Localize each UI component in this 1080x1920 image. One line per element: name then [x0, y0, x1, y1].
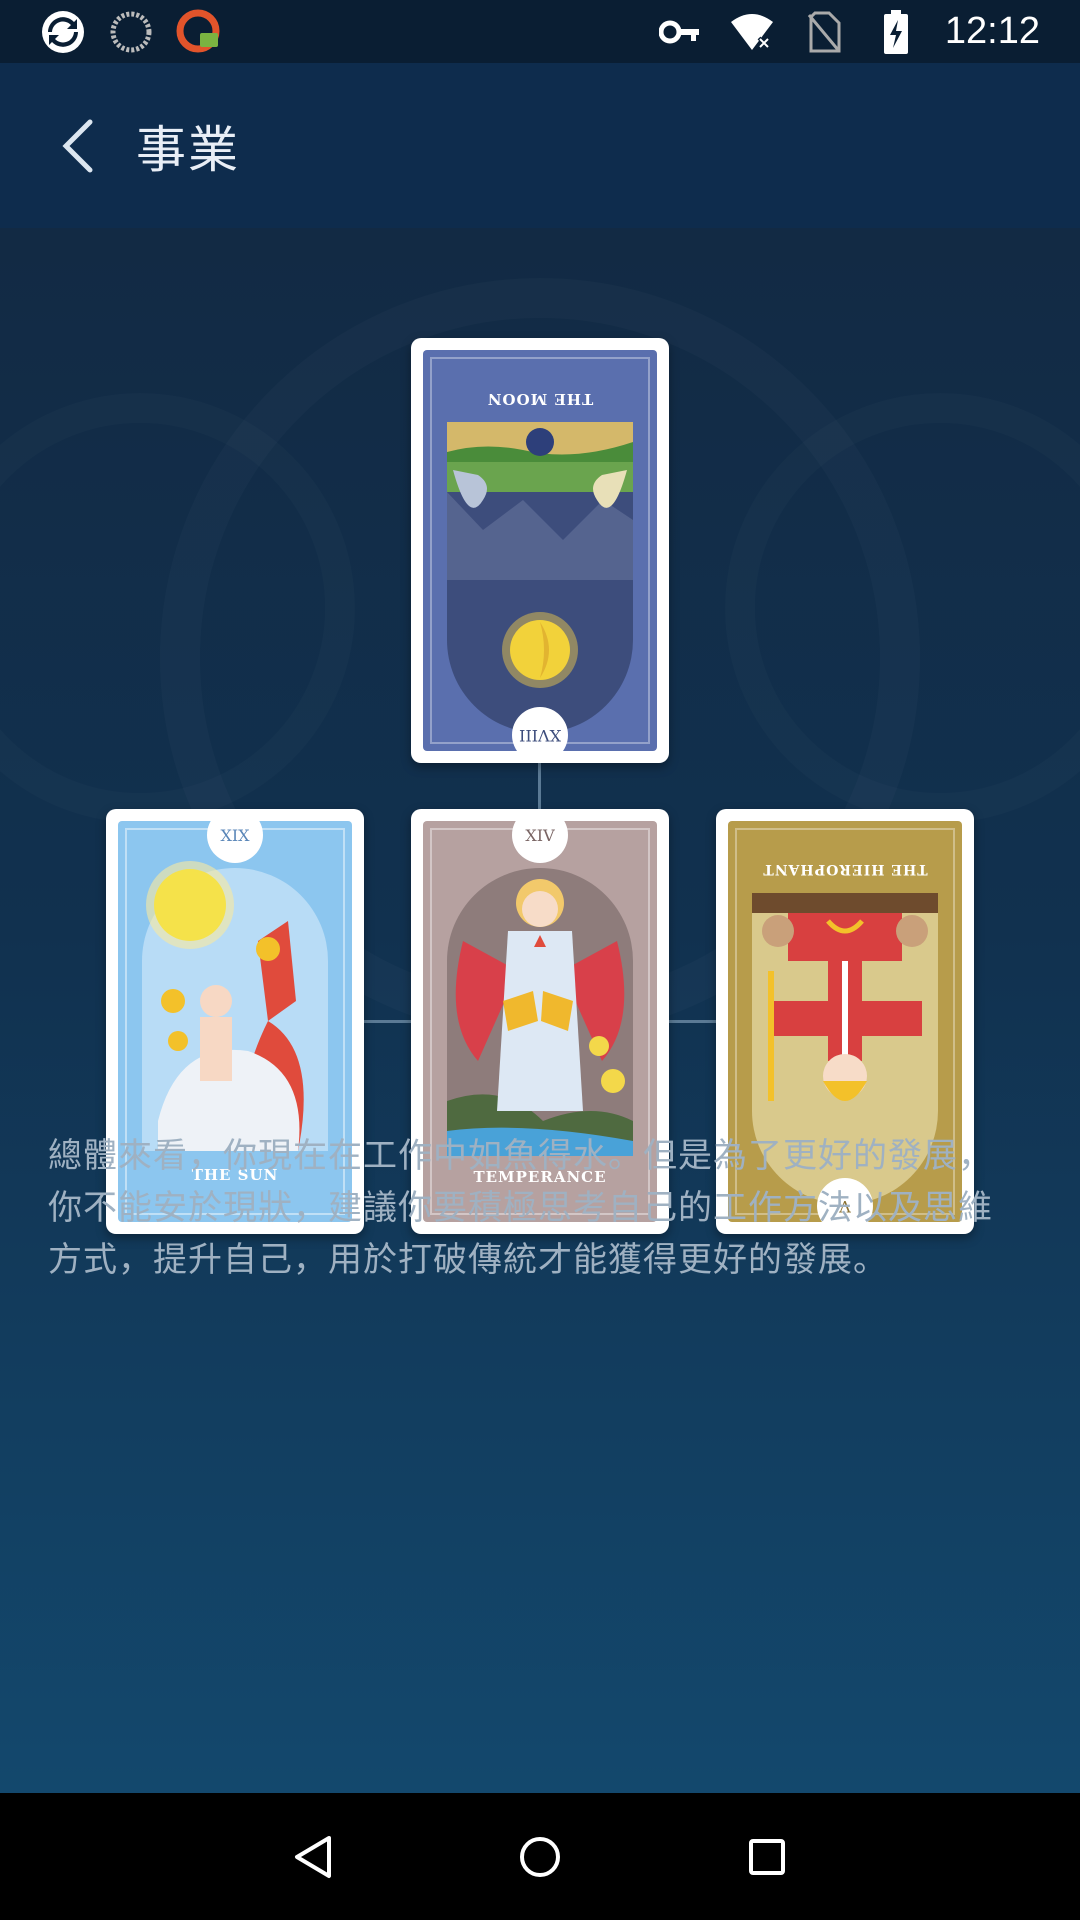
back-triangle-icon — [295, 1835, 332, 1878]
page-title: 事業 — [136, 120, 240, 179]
nav-recents-button[interactable] — [727, 1817, 807, 1897]
reading-line: 總體來看，你現在在工作中如魚得水。但是為了更好的發展， — [48, 1136, 993, 1176]
app-bar: 事業 — [0, 63, 1080, 228]
wifi-off-icon — [729, 9, 775, 55]
card-name: THE MOON — [486, 390, 594, 408]
content-area: THE MOON XVIII XIX THE SUN XIV TEMPERANC… — [0, 228, 1080, 1793]
card-numeral: XVIII — [519, 726, 561, 745]
recents-square-icon — [748, 1838, 785, 1875]
vpn-app-icon — [176, 9, 222, 55]
status-bar: 12:12 — [0, 0, 1080, 63]
card-name: THE HIEROPHANT — [762, 861, 928, 877]
reading-text: 總體來看，你現在在工作中如魚得水。但是為了更好的發展， 你不能安於現狀，建議你要… — [48, 1130, 1032, 1286]
back-button[interactable] — [18, 86, 138, 206]
card-numeral: XIX — [220, 826, 250, 845]
sync-icon — [108, 9, 154, 55]
navigation-bar — [0, 1793, 1080, 1920]
connector-vertical — [538, 763, 541, 811]
nav-home-button[interactable] — [500, 1817, 580, 1897]
battery-charging-icon — [873, 9, 919, 55]
clock: 12:12 — [944, 10, 1040, 52]
vpn-key-icon — [657, 9, 703, 55]
chevron-left-icon — [62, 119, 93, 172]
card-numeral: XIV — [525, 826, 555, 845]
home-circle-icon — [519, 1836, 560, 1877]
connector-right — [668, 1020, 718, 1023]
connector-left — [362, 1020, 412, 1023]
nav-back-button[interactable] — [273, 1817, 353, 1897]
reading-line: 方式，提升自己，用於打破傳統才能獲得更好的發展。 — [48, 1240, 888, 1280]
app-icon — [40, 9, 86, 55]
no-sim-icon — [801, 9, 847, 55]
reading-line: 你不能安於現狀，建議你要積極思考自己的工作方法以及思維 — [48, 1188, 993, 1228]
tarot-card-the-moon[interactable]: THE MOON XVIII — [411, 338, 669, 763]
